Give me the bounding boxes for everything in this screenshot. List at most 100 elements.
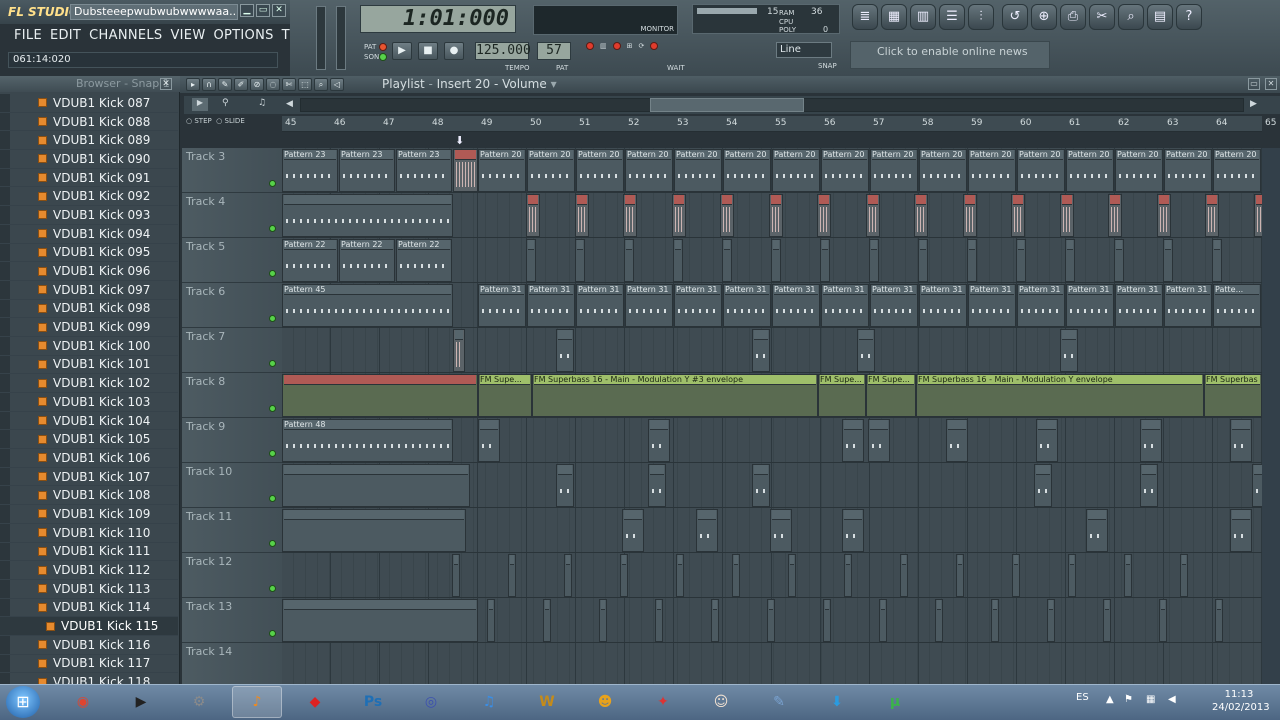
- browser-item[interactable]: VDUB1 Kick 104: [0, 412, 178, 431]
- bar-ruler[interactable]: 45 46 47 48 49 50 51 52 53 54 55 56 57 58 59 60 61 62 63 64…: [282, 116, 1276, 132]
- track-mute-led[interactable]: [269, 405, 276, 412]
- pattern-clip[interactable]: [556, 464, 574, 507]
- countdown-led[interactable]: [612, 42, 621, 50]
- taskbar-app-downloader[interactable]: ⬇: [812, 686, 862, 718]
- taskbar-app-fl-studio[interactable]: ♪: [232, 686, 282, 718]
- pattern-clip[interactable]: Pattern 20: [821, 149, 869, 192]
- step-sequencer-icon[interactable]: ▦: [881, 4, 907, 30]
- pattern-clip[interactable]: Pattern 20: [723, 149, 771, 192]
- pattern-clip[interactable]: [722, 239, 732, 282]
- tempo-display[interactable]: 125.000: [475, 42, 531, 60]
- browser-item[interactable]: VDUB1 Kick 099: [0, 318, 178, 337]
- step-label[interactable]: STEP: [194, 117, 211, 125]
- pattern-clip[interactable]: [1230, 419, 1252, 462]
- taskbar-app-chrome[interactable]: ◉: [58, 686, 108, 718]
- pattern-clip[interactable]: Pattern 20: [1066, 149, 1114, 192]
- pencil-icon[interactable]: ✎: [218, 78, 232, 91]
- audio-clip[interactable]: [1108, 194, 1122, 237]
- audio-clip[interactable]: [914, 194, 928, 237]
- pattern-clip[interactable]: Pattern 22: [396, 239, 452, 282]
- browser-item[interactable]: VDUB1 Kick 101: [0, 356, 178, 375]
- pattern-clip[interactable]: [842, 509, 864, 552]
- pattern-clip[interactable]: [575, 239, 585, 282]
- vertical-scrollbar[interactable]: [1262, 148, 1280, 688]
- pattern-clip[interactable]: [1159, 599, 1167, 642]
- browser-item[interactable]: VDUB1 Kick 091: [0, 169, 178, 188]
- pattern-clip[interactable]: Pattern 20: [625, 149, 673, 192]
- pattern-clip[interactable]: [956, 554, 964, 597]
- taskbar-app-burn[interactable]: ⚙: [174, 686, 224, 718]
- browser-item[interactable]: VDUB1 Kick 100: [0, 337, 178, 356]
- mixer-icon[interactable]: ⫶: [968, 4, 994, 30]
- pattern-clip[interactable]: [478, 419, 500, 462]
- settings-icon[interactable]: ✂: [1089, 4, 1115, 30]
- track-mute-led[interactable]: [269, 585, 276, 592]
- pattern-clip[interactable]: [1034, 464, 1052, 507]
- pattern-clip[interactable]: [673, 239, 683, 282]
- track-lane[interactable]: Pattern 45 Pattern 31 Pattern 31 Pattern 31…: [282, 283, 1262, 328]
- taskbar-app-character[interactable]: ☺: [696, 686, 746, 718]
- pattern-clip[interactable]: Pattern 20: [919, 149, 967, 192]
- track-lane[interactable]: FM Supe... FM Superbass 16 - Main - Modul…: [282, 373, 1262, 418]
- pattern-clip[interactable]: [282, 509, 466, 552]
- magnet-icon[interactable]: ∩: [202, 78, 216, 91]
- browser-item[interactable]: VDUB1 Kick 113: [0, 580, 178, 599]
- search-icon[interactable]: ⌕: [1118, 4, 1144, 30]
- undo-icon[interactable]: ↺: [1002, 4, 1028, 30]
- audio-clip[interactable]: [865, 194, 880, 237]
- pattern-clip[interactable]: Pattern 20: [870, 149, 918, 192]
- menu-options[interactable]: OPTIONS: [209, 28, 277, 44]
- browser-item[interactable]: VDUB1 Kick 102: [0, 374, 178, 393]
- browser-item[interactable]: VDUB1 Kick 114: [0, 599, 178, 618]
- track-mode-icon[interactable]: ⚲: [222, 98, 244, 111]
- pattern-clip[interactable]: [1140, 464, 1158, 507]
- browser-item[interactable]: VDUB1 Kick 110: [0, 524, 178, 543]
- track-mute-led[interactable]: [269, 450, 276, 457]
- taskbar-app-game2[interactable]: ✦: [638, 686, 688, 718]
- zoom-tool-icon[interactable]: ⌕: [314, 78, 328, 91]
- scroll-left-icon[interactable]: ◀: [286, 99, 293, 109]
- piano-roll-icon[interactable]: ▥: [910, 4, 936, 30]
- pattern-clip[interactable]: [1065, 239, 1075, 282]
- note-icon[interactable]: ♫: [258, 98, 274, 111]
- track-header[interactable]: Track 14: [182, 643, 282, 688]
- track-lane[interactable]: [282, 508, 1262, 553]
- pattern-clip[interactable]: Pattern 31: [919, 284, 967, 327]
- pattern-clip[interactable]: Patte...: [1213, 284, 1261, 327]
- close-icon[interactable]: ✕: [272, 4, 286, 17]
- taskbar-app-itunes[interactable]: ♫: [464, 686, 514, 718]
- browser-item[interactable]: VDUB1 Kick 087: [0, 94, 178, 113]
- taskbar-app-game[interactable]: ☻: [580, 686, 630, 718]
- pattern-clip[interactable]: [282, 464, 470, 507]
- pattern-number-display[interactable]: 57: [537, 42, 571, 60]
- pattern-clip[interactable]: Pattern 20: [1164, 149, 1212, 192]
- pattern-clip[interactable]: Pattern 31: [576, 284, 624, 327]
- browser-item[interactable]: VDUB1 Kick 106: [0, 449, 178, 468]
- audio-clip[interactable]: [1156, 194, 1171, 237]
- rec-led[interactable]: [650, 42, 659, 50]
- pattern-clip[interactable]: [655, 599, 663, 642]
- pattern-clip[interactable]: Pattern 31: [723, 284, 771, 327]
- browser-item[interactable]: VDUB1 Kick 098: [0, 300, 178, 319]
- language-indicator[interactable]: ES: [1076, 692, 1089, 703]
- pattern-clip[interactable]: [1212, 239, 1222, 282]
- network-icon[interactable]: ▦: [1146, 694, 1155, 705]
- track-lane[interactable]: [282, 598, 1262, 643]
- slide-label[interactable]: SLIDE: [225, 117, 245, 125]
- song-time-display[interactable]: 1:01:000: [360, 5, 516, 33]
- browser-item[interactable]: VDUB1 Kick 117: [0, 655, 178, 674]
- browser-item[interactable]: VDUB1 Kick 088: [0, 113, 178, 132]
- track-lane[interactable]: [282, 553, 1262, 598]
- pattern-clip[interactable]: [820, 239, 830, 282]
- flag-icon[interactable]: ⚑: [1124, 694, 1133, 705]
- browser-item[interactable]: VDUB1 Kick 112: [0, 561, 178, 580]
- pattern-clip[interactable]: [564, 554, 572, 597]
- master-volume-slider[interactable]: [316, 6, 326, 70]
- track-header[interactable]: Track 5: [182, 238, 282, 283]
- browser-item[interactable]: VDUB1 Kick 089: [0, 131, 178, 151]
- pattern-clip[interactable]: [452, 554, 460, 597]
- pattern-clip[interactable]: Pattern 48: [282, 419, 453, 462]
- audio-clip[interactable]: [453, 149, 478, 192]
- automation-clip[interactable]: FM Superbass 16 - Main - Modulation Y #3…: [532, 374, 818, 417]
- pattern-clip[interactable]: [1230, 509, 1252, 552]
